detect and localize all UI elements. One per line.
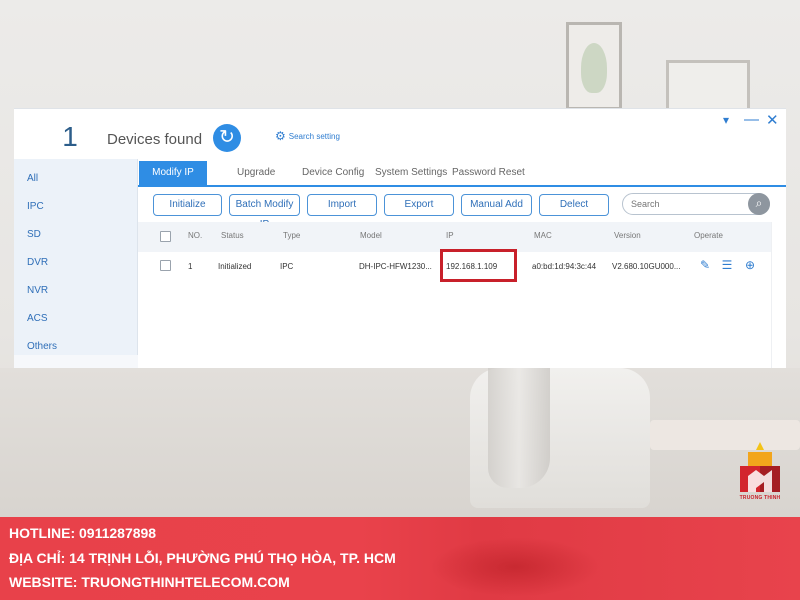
cell-version: V2.680.10GU000... [612,262,681,271]
tab-password-reset[interactable]: Password Reset [452,161,525,185]
draped-blanket [488,368,550,488]
sidebar-item-all[interactable]: All [27,173,38,184]
tab-device-config[interactable]: Device Config [302,161,364,185]
cell-mac: a0:bd:1d:94:3c:44 [532,262,597,271]
row-checkbox[interactable] [160,260,171,271]
sidebar-item-nvr[interactable]: NVR [27,285,48,296]
col-header-type: Type [283,231,301,240]
table-header: NO. Status Type Model IP MAC Version Ope… [138,222,786,252]
col-header-ip: IP [446,231,454,240]
tab-modify-ip[interactable]: Modify IP [139,161,207,185]
edit-icon[interactable]: ✎ [698,258,712,272]
cell-model: DH-IPC-HFW1230... [359,262,432,271]
search-icon[interactable]: ⌕ [748,193,770,215]
devices-found-label: Devices found [107,131,203,148]
config-tool-window: 1 Devices found ↻ ⚙ Search setting ▾ — ✕ … [14,108,786,368]
dropdown-icon[interactable]: ▾ [723,113,729,127]
address-text: ĐỊA CHỈ: 14 TRỊNH LỖI, PHƯỜNG PHÚ THỌ HÒ… [9,550,396,566]
details-icon[interactable]: ☰ [720,258,734,272]
tab-underline [138,185,786,187]
tab-system-settings[interactable]: System Settings [375,161,447,185]
search-setting-label: Search setting [288,132,340,141]
truong-thinh-logo [740,442,780,492]
manual-add-button[interactable]: Manual Add [461,194,532,216]
initialize-button[interactable]: Initialize [153,194,222,216]
logo-text: TRUONG THINH [739,495,781,501]
device-count: 1 [62,121,78,152]
col-header-no: NO. [188,231,203,240]
sidebar-item-others[interactable]: Others [27,341,57,352]
search-input[interactable] [631,197,741,211]
window-header: 1 Devices found ↻ ⚙ Search setting ▾ — ✕ [14,109,786,159]
wall-picture-frame [566,22,622,110]
select-all-checkbox[interactable] [160,231,171,242]
batch-modify-ip-button[interactable]: Batch Modify IP [229,194,300,230]
cell-status: Initialized [218,262,252,271]
website-text: WEBSITE: TRUONGTHINHTELECOM.COM [9,574,290,590]
tab-upgrade[interactable]: Upgrade [237,161,275,185]
delete-button[interactable]: Delect [539,194,609,216]
col-header-version: Version [614,231,641,240]
sidebar-item-ipc[interactable]: IPC [27,201,44,212]
sidebar-footer [14,355,138,368]
contact-banner: HOTLINE: 0911287898 ĐỊA CHỈ: 14 TRỊNH LỖ… [0,517,800,600]
device-type-sidebar: All IPC SD DVR NVR ACS Others [14,159,138,368]
sidebar-item-sd[interactable]: SD [27,229,41,240]
cell-no: 1 [188,262,193,271]
minimize-icon[interactable]: — [744,111,759,128]
ip-highlight-box [440,249,517,282]
cell-type: IPC [280,262,294,271]
sidebar-item-acs[interactable]: ACS [27,313,48,324]
col-header-operate: Operate [694,231,723,240]
sidebar-item-dvr[interactable]: DVR [27,257,48,268]
col-header-status: Status [221,231,244,240]
refresh-icon[interactable]: ↻ [213,124,241,152]
vertical-scrollbar[interactable] [771,222,786,368]
close-icon[interactable]: ✕ [766,111,779,129]
export-button[interactable]: Export [384,194,454,216]
col-header-mac: MAC [534,231,552,240]
col-header-model: Model [360,231,382,240]
hotline-text: HOTLINE: 0911287898 [9,525,157,541]
import-button[interactable]: Import [307,194,377,216]
search-field: ⌕ [622,193,770,215]
gear-icon: ⚙ [275,129,286,143]
web-icon[interactable]: ⊕ [743,258,757,272]
search-setting-link[interactable]: ⚙ Search setting [275,129,340,143]
